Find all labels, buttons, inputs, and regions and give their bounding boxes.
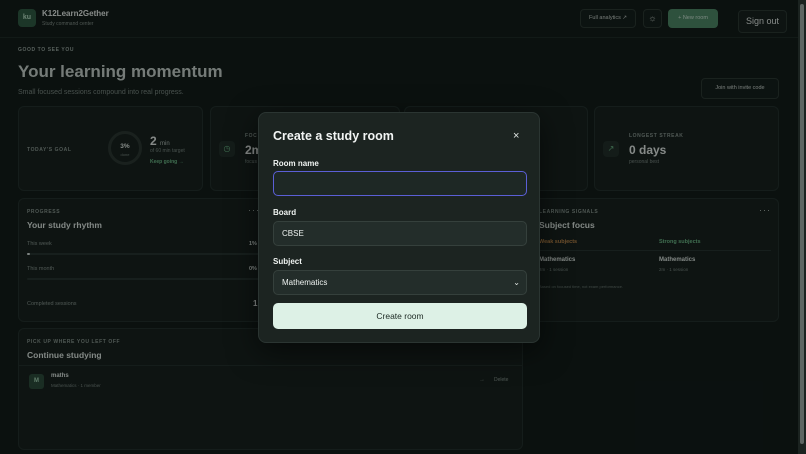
room-name-input[interactable] — [273, 171, 527, 196]
create-room-button[interactable]: Create room — [273, 303, 527, 329]
board-input[interactable]: CBSE — [273, 221, 527, 246]
room-name-label: Room name — [273, 159, 319, 168]
subject-label: Subject — [273, 257, 302, 266]
create-room-dialog: Create a study room × Room name Board CB… — [258, 112, 540, 343]
subject-selected-value: Mathematics — [282, 278, 328, 287]
scrollbar-thumb[interactable] — [800, 4, 804, 444]
close-icon[interactable]: × — [513, 130, 519, 142]
board-label: Board — [273, 208, 297, 217]
chevron-down-icon: ⌄ — [513, 278, 520, 287]
dialog-title: Create a study room — [273, 129, 394, 143]
page-scrollbar[interactable] — [798, 0, 806, 454]
subject-select[interactable]: Mathematics ⌄ — [273, 270, 527, 295]
